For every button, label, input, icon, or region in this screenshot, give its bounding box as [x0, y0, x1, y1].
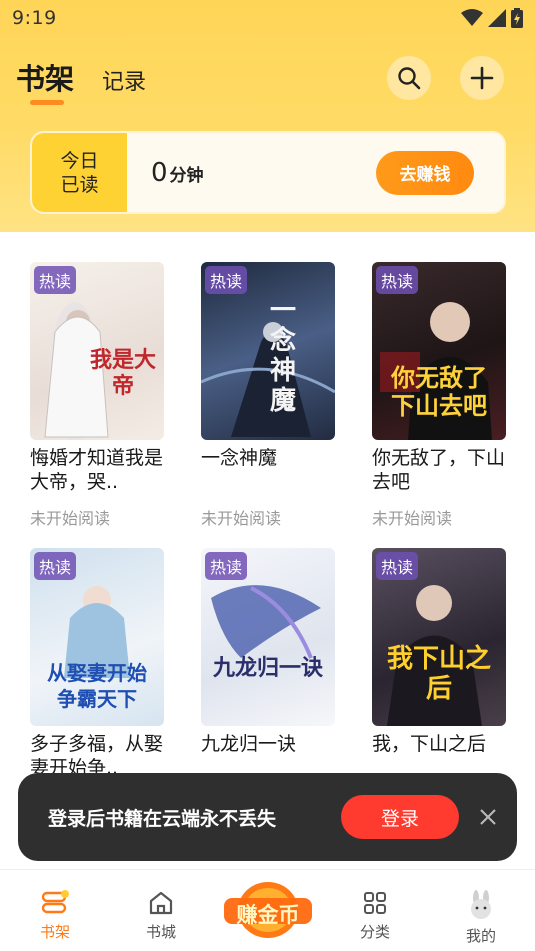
tab-active-indicator — [30, 100, 64, 105]
book-card[interactable]: 热读 你无敌了下山去吧 你无敌了，下山去吧 未开始阅读 — [372, 262, 512, 529]
bottom-nav: 书架 书城 赚金币 分类 我的 — [0, 869, 535, 951]
book-read-status: 未开始阅读 — [201, 509, 282, 528]
grid-icon — [364, 892, 386, 914]
nav-bookstore[interactable]: 书城 — [126, 890, 196, 942]
book-cover[interactable]: 热读 从娶妻开始争霸天下 — [30, 548, 164, 726]
login-banner-text: 登录后书籍在云端永不丢失 — [48, 807, 277, 830]
nav-label: 书架 — [39, 923, 70, 941]
header: 书架 记录 — [0, 52, 535, 112]
hot-tag: 热读 — [205, 266, 248, 294]
cover-title: 一念神魔 — [269, 296, 296, 416]
hot-tag: 热读 — [34, 266, 77, 294]
nav-label: 分类 — [359, 923, 390, 941]
today-read-label: 今日 已读 — [32, 133, 127, 212]
book-title[interactable]: 一念神魔 — [201, 446, 341, 496]
wifi-icon — [461, 9, 483, 26]
book-cover[interactable]: 热读 你无敌了下山去吧 — [372, 262, 506, 440]
nav-earn-coins[interactable]: 赚金币 — [224, 880, 312, 942]
battery-icon — [511, 8, 523, 28]
book-cover[interactable]: 热读 我下山之后 — [372, 548, 506, 726]
status-bar: 9:19 — [0, 0, 535, 36]
book-card[interactable]: 热读 我是大帝 悔婚才知道我是大帝，哭.. 未开始阅读 — [30, 262, 170, 529]
today-minutes: 0 分钟 — [151, 158, 204, 188]
hot-tag: 热读 — [376, 552, 419, 580]
login-button[interactable]: 登录 — [341, 795, 459, 839]
book-title[interactable]: 你无敌了，下山去吧 — [372, 446, 512, 496]
bookshelf-icon — [41, 890, 69, 914]
tab-bookshelf[interactable]: 书架 — [16, 56, 74, 98]
signal-icon — [488, 9, 506, 27]
nav-category[interactable]: 分类 — [340, 890, 410, 942]
today-minutes-unit: 分钟 — [169, 165, 204, 186]
cover-title: 我是大帝 — [89, 348, 156, 399]
cover-title: 我下山之后 — [386, 644, 491, 704]
hot-tag: 热读 — [205, 552, 248, 580]
book-card[interactable]: 热读 我下山之后 我，下山之后 — [372, 548, 512, 782]
status-time: 9:19 — [12, 7, 57, 29]
earn-money-button[interactable]: 去赚钱 — [376, 150, 474, 195]
book-cover[interactable]: 热读 一念神魔 — [201, 262, 335, 440]
nav-profile[interactable]: 我的 — [446, 890, 516, 946]
book-read-status: 未开始阅读 — [372, 509, 453, 528]
book-read-status: 未开始阅读 — [30, 509, 111, 528]
nav-label: 书城 — [145, 923, 176, 941]
add-button[interactable] — [460, 56, 504, 100]
close-banner-button[interactable] — [459, 795, 517, 839]
book-cover[interactable]: 热读 九龙归一诀 — [201, 548, 335, 726]
plus-icon — [470, 66, 494, 90]
cover-title: 你无敌了下山去吧 — [391, 364, 487, 420]
nav-label: 我的 — [465, 927, 496, 945]
book-card[interactable]: 热读 九龙归一诀 九龙归一诀 — [201, 548, 341, 782]
book-card[interactable]: 热读 一念神魔 一念神魔 未开始阅读 — [201, 262, 341, 529]
login-banner: 登录后书籍在云端永不丢失 登录 — [18, 773, 517, 861]
status-icons — [461, 8, 523, 28]
tab-record[interactable]: 记录 — [102, 64, 146, 96]
search-icon — [398, 67, 421, 90]
today-label-line1: 今日 — [60, 149, 99, 172]
today-label-line2: 已读 — [60, 173, 99, 196]
hot-tag: 热读 — [34, 552, 77, 580]
today-minutes-value: 0 — [151, 157, 168, 188]
cover-title: 九龙归一诀 — [212, 656, 323, 681]
home-icon — [149, 891, 173, 915]
close-icon — [480, 809, 496, 825]
search-button[interactable] — [387, 56, 431, 100]
today-reading-card: 今日 已读 0 分钟 去赚钱 — [30, 131, 506, 214]
book-title[interactable]: 悔婚才知道我是大帝，哭.. — [30, 446, 170, 496]
cover-title: 从娶妻开始争霸天下 — [47, 661, 147, 711]
nav-bookshelf[interactable]: 书架 — [20, 890, 90, 942]
hot-tag: 热读 — [376, 266, 419, 294]
rabbit-avatar-icon — [471, 890, 491, 919]
book-card[interactable]: 热读 从娶妻开始争霸天下 多子多福，从娶妻开始争.. — [30, 548, 170, 782]
coin-label: 赚金币 — [236, 903, 300, 927]
book-cover[interactable]: 热读 我是大帝 — [30, 262, 164, 440]
